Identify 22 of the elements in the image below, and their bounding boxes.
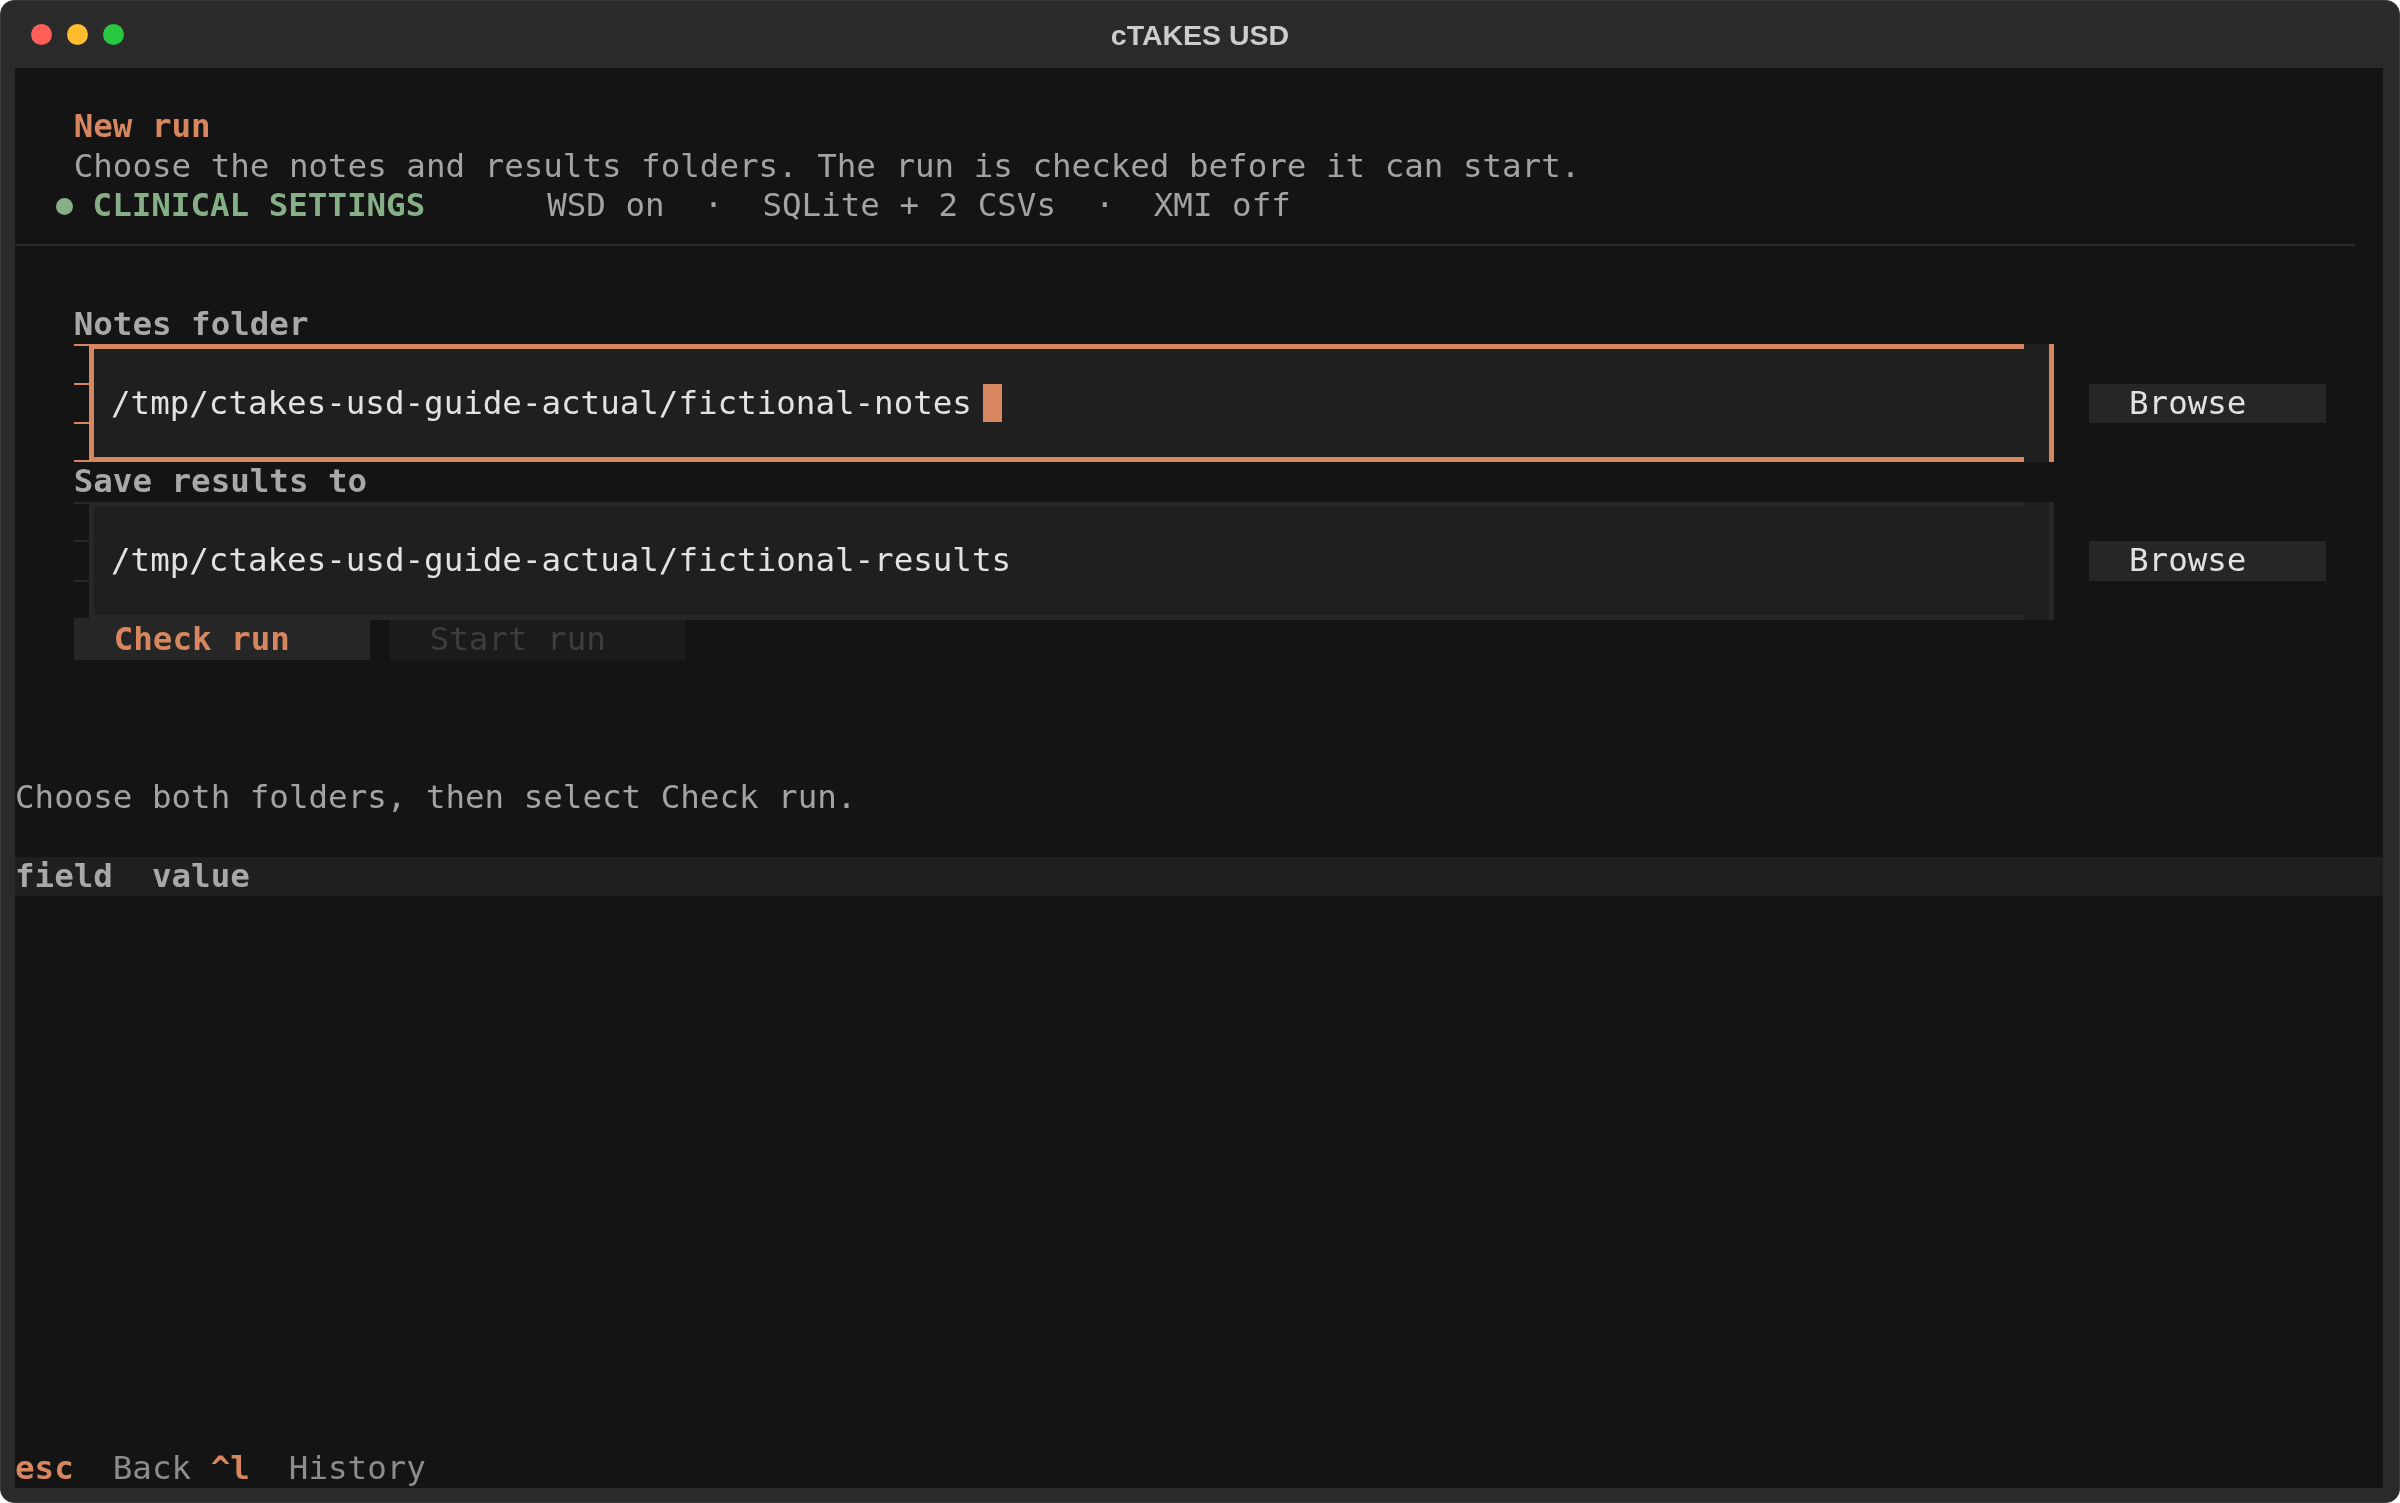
page-title: New run	[73, 107, 211, 147]
field-label: Notes folder	[73, 304, 309, 345]
page-subtitle: Choose the notes and results folders. The run is checked before it can start.	[73, 146, 1581, 187]
cursor-icon	[982, 384, 1002, 423]
field-label: Save results to	[73, 462, 368, 502]
path-input[interactable]: /tmp/ctakes-usd-guide-actual/fictional-notes	[74, 344, 2054, 463]
footer-shortcut[interactable]: ^l History	[210, 1448, 426, 1488]
minimize-icon[interactable]	[67, 24, 88, 45]
column-header: value	[151, 856, 250, 897]
settings-summary: WSD on · SQLite + 2 CSVs · XMI off	[547, 186, 1291, 226]
browse-button[interactable]: Browse	[2089, 541, 2326, 581]
status-message: Choose both folders, then select Check run.	[15, 777, 857, 818]
browse-button[interactable]: Browse	[2089, 383, 2326, 423]
status-dot-icon	[55, 197, 73, 215]
maximize-icon[interactable]	[103, 24, 124, 45]
footer-shortcut[interactable]: esc Back	[15, 1448, 192, 1488]
action-button[interactable]: Check run	[73, 620, 370, 660]
path-input[interactable]: /tmp/ctakes-usd-guide-actual/fictional-results	[74, 501, 2054, 621]
close-icon[interactable]	[31, 24, 52, 45]
window-title: cTAKES USD	[1110, 17, 1290, 52]
column-header: field	[15, 856, 113, 897]
profile-name: CLINICAL SETTINGS	[92, 186, 426, 226]
